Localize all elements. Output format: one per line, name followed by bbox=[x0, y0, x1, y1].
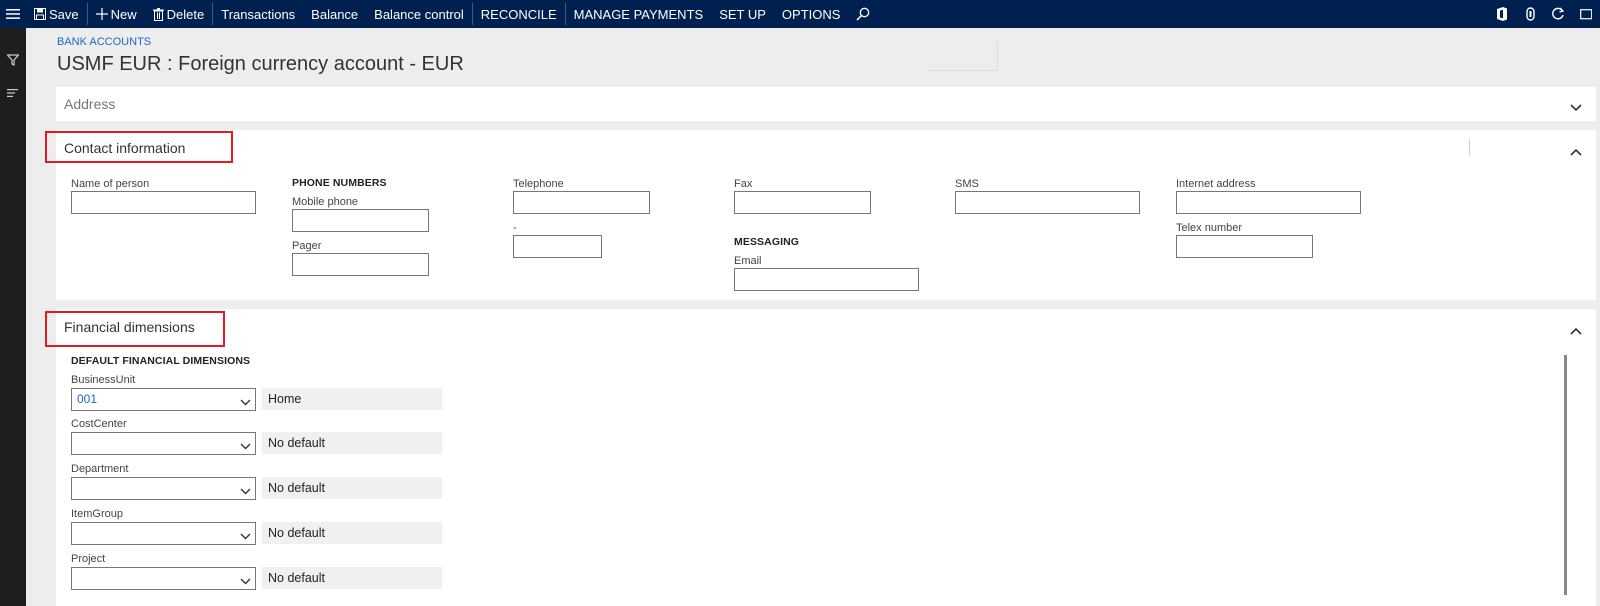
window-icon[interactable] bbox=[1572, 8, 1600, 20]
business-unit-label: BusinessUnit bbox=[71, 374, 136, 386]
contact-information-fasttab: Contact information Name of person PHONE… bbox=[56, 130, 1596, 300]
transactions-button[interactable]: Transactions bbox=[213, 0, 303, 28]
chevron-down-icon[interactable] bbox=[240, 574, 251, 588]
cost-center-description: No default bbox=[262, 432, 442, 454]
save-button[interactable]: Save bbox=[26, 0, 87, 28]
financial-dimensions-fasttab: Financial dimensions DEFAULT FINANCIAL D… bbox=[56, 309, 1596, 606]
extension-label: - bbox=[513, 222, 517, 234]
fax-label: Fax bbox=[734, 178, 753, 190]
telephone-label: Telephone bbox=[513, 178, 564, 190]
telex-number-field[interactable] bbox=[1176, 235, 1313, 258]
new-label: New bbox=[110, 6, 137, 22]
internet-address-field[interactable] bbox=[1176, 191, 1361, 214]
page-title: USMF EUR : Foreign currency account - EU… bbox=[57, 53, 464, 75]
breadcrumb[interactable]: BANK ACCOUNTS bbox=[57, 36, 151, 48]
name-of-person-label: Name of person bbox=[71, 178, 150, 190]
department-label: Department bbox=[71, 463, 129, 475]
balance-control-button[interactable]: Balance control bbox=[366, 0, 472, 28]
chevron-down-icon[interactable] bbox=[240, 484, 251, 498]
delete-button[interactable]: Delete bbox=[145, 0, 213, 28]
item-group-select[interactable] bbox=[71, 522, 256, 545]
telex-number-label: Telex number bbox=[1176, 222, 1243, 234]
internet-address-label: Internet address bbox=[1176, 178, 1256, 190]
messaging-heading: MESSAGING bbox=[734, 236, 800, 248]
refresh-icon[interactable] bbox=[1544, 7, 1572, 21]
chevron-down-icon[interactable] bbox=[240, 529, 251, 543]
plus-icon bbox=[95, 8, 108, 20]
item-group-description: No default bbox=[262, 522, 442, 544]
mobile-phone-field[interactable] bbox=[292, 209, 429, 232]
new-button[interactable]: New bbox=[88, 0, 145, 28]
list-icon[interactable] bbox=[0, 88, 26, 98]
sms-label: SMS bbox=[955, 178, 979, 190]
business-unit-select[interactable]: 001 bbox=[71, 388, 256, 411]
vertical-scrollbar[interactable] bbox=[1564, 355, 1567, 595]
hamburger-icon[interactable] bbox=[0, 0, 26, 28]
tab-set-up[interactable]: SET UP bbox=[711, 0, 774, 28]
business-unit-value: 001 bbox=[77, 392, 98, 406]
pager-label: Pager bbox=[292, 240, 322, 252]
delete-label: Delete bbox=[166, 6, 205, 22]
chevron-up-icon[interactable] bbox=[1570, 143, 1582, 161]
chevron-down-icon[interactable] bbox=[240, 395, 251, 409]
balance-button[interactable]: Balance bbox=[303, 0, 366, 28]
header-divider bbox=[1469, 139, 1470, 155]
project-select[interactable] bbox=[71, 567, 256, 590]
email-label: Email bbox=[734, 255, 762, 267]
attach-icon[interactable] bbox=[1516, 7, 1544, 21]
department-select[interactable] bbox=[71, 477, 256, 500]
sms-field[interactable] bbox=[955, 191, 1140, 214]
address-fasttab[interactable]: Address bbox=[56, 87, 1596, 121]
project-description: No default bbox=[262, 567, 442, 589]
pager-field[interactable] bbox=[292, 253, 429, 276]
department-description: No default bbox=[262, 477, 442, 499]
highlight-contact-information bbox=[45, 131, 233, 163]
business-unit-description: Home bbox=[262, 388, 442, 410]
default-financial-dimensions-heading: DEFAULT FINANCIAL DIMENSIONS bbox=[71, 355, 251, 367]
save-icon bbox=[34, 8, 46, 20]
tab-reconcile[interactable]: RECONCILE bbox=[473, 0, 565, 28]
chevron-down-icon[interactable] bbox=[240, 439, 251, 453]
cost-center-select[interactable] bbox=[71, 432, 256, 455]
phone-numbers-heading: PHONE NUMBERS bbox=[292, 177, 387, 189]
chevron-up-icon[interactable] bbox=[1570, 322, 1582, 340]
trash-icon bbox=[152, 7, 164, 21]
left-navigation bbox=[0, 28, 26, 606]
extension-field[interactable] bbox=[513, 235, 602, 258]
project-label: Project bbox=[71, 553, 106, 565]
search-icon[interactable] bbox=[848, 0, 878, 28]
mobile-phone-label: Mobile phone bbox=[292, 196, 359, 208]
cost-center-label: CostCenter bbox=[71, 418, 127, 430]
office-icon[interactable] bbox=[1488, 7, 1516, 21]
save-label: Save bbox=[49, 6, 79, 22]
filter-icon[interactable] bbox=[0, 54, 26, 66]
name-of-person-field[interactable] bbox=[71, 191, 256, 214]
header-placeholder bbox=[928, 41, 998, 71]
tab-options[interactable]: OPTIONS bbox=[774, 0, 849, 28]
main-content: BANK ACCOUNTS USMF EUR : Foreign currenc… bbox=[26, 28, 1600, 606]
highlight-financial-dimensions bbox=[45, 311, 225, 347]
address-header: Address bbox=[64, 96, 116, 112]
email-field[interactable] bbox=[734, 268, 919, 291]
telephone-field[interactable] bbox=[513, 191, 650, 214]
action-pane: Save New Delete Transactions Balance Bal… bbox=[0, 0, 1600, 28]
fax-field[interactable] bbox=[734, 191, 871, 214]
item-group-label: ItemGroup bbox=[71, 508, 123, 520]
chevron-down-icon[interactable] bbox=[1570, 99, 1582, 117]
tab-manage-payments[interactable]: MANAGE PAYMENTS bbox=[566, 0, 712, 28]
